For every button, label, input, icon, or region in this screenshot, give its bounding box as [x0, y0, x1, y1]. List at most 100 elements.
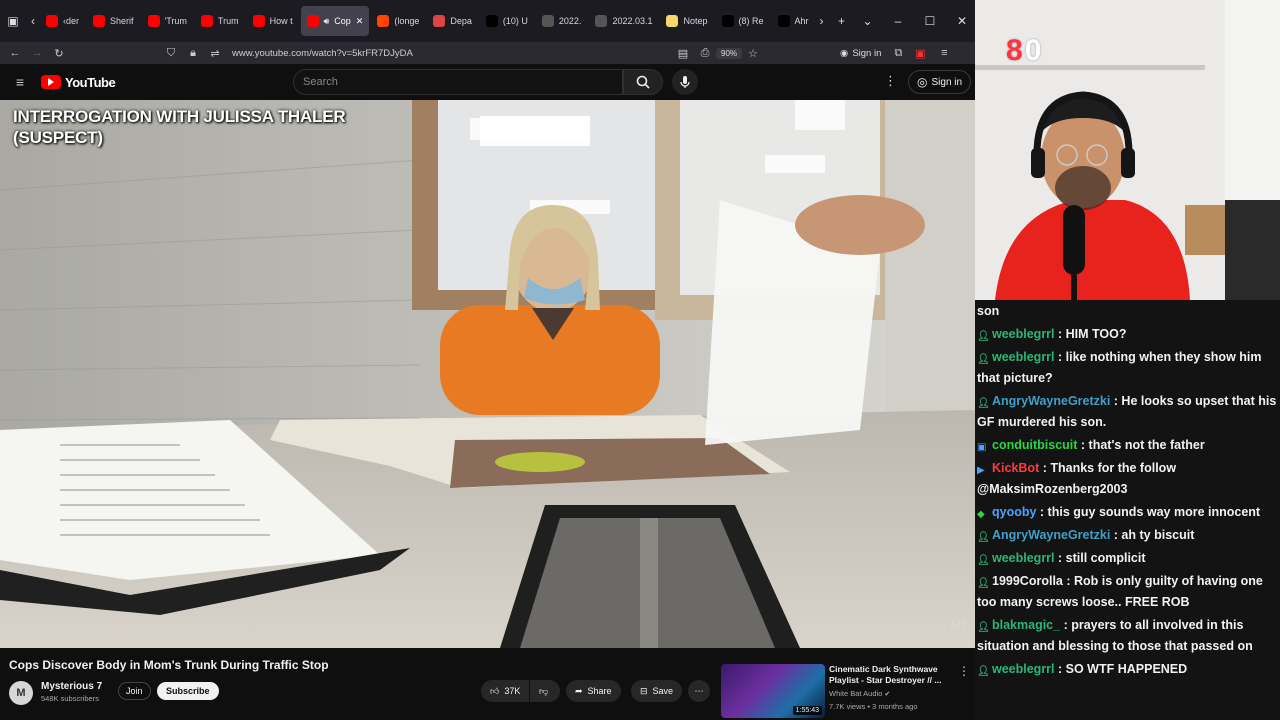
streamer-webcam: 8 0: [975, 0, 1280, 300]
browser-signin-button[interactable]: ◉ Sign in: [840, 48, 881, 59]
recommended-channel-name: White Bat Audio: [829, 689, 883, 698]
address-bar[interactable]: www.youtube.com/watch?v=5krFR7DJyDA: [232, 48, 672, 59]
settings-more-icon[interactable]: ⋮: [884, 73, 897, 89]
reader-view-icon[interactable]: ▤: [672, 42, 694, 64]
chat-username[interactable]: weeblegrrl: [992, 327, 1055, 341]
save-label: Save: [652, 686, 674, 696]
bookmark-star-icon[interactable]: ☆: [742, 42, 764, 64]
voice-search-button[interactable]: [672, 69, 698, 95]
tab-favicon-icon: [147, 15, 160, 27]
tab-favicon-icon: [666, 15, 679, 27]
close-window-icon[interactable]: ✕: [949, 6, 975, 36]
lock-icon[interactable]: 🔒︎: [182, 42, 204, 64]
chat-badge-icon: 👤︎: [977, 331, 990, 342]
browser-tab[interactable]: Trum: [195, 6, 245, 36]
share-button[interactable]: ➦ Share: [566, 680, 621, 702]
subscribe-button[interactable]: Subscribe: [157, 682, 219, 700]
video-info-panel: Cops Discover Body in Mom's Trunk During…: [0, 648, 975, 720]
tab-overview-icon[interactable]: ▣: [0, 6, 26, 36]
tab-label: Notep: [683, 16, 708, 26]
menu-hamburger-icon[interactable]: ≡: [933, 42, 955, 64]
minimize-icon[interactable]: –: [885, 6, 911, 36]
permissions-icon[interactable]: ⇌: [204, 42, 226, 64]
extensions-icon[interactable]: ⧉: [887, 42, 909, 64]
tab-label: How t: [269, 16, 293, 26]
chat-username[interactable]: qyooby: [992, 505, 1036, 519]
maximize-icon[interactable]: ☐: [917, 6, 943, 36]
new-tab-plus-icon[interactable]: +: [829, 6, 855, 36]
recommended-title[interactable]: Cinematic Dark Synthwave Playlist - Star…: [829, 664, 949, 686]
browser-tab[interactable]: 'Trum: [142, 6, 193, 36]
browser-tab[interactable]: (10) U: [480, 6, 534, 36]
browser-tab[interactable]: How t: [247, 6, 299, 36]
dislike-button[interactable]: 👎︎: [530, 680, 560, 702]
back-icon[interactable]: ←: [4, 42, 26, 64]
chat-username[interactable]: AngryWayneGretzki: [992, 394, 1110, 408]
video-player[interactable]: INTERROGATION WITH JULISSA THALER (SUSPE…: [0, 100, 975, 648]
zoom-level[interactable]: 90%: [716, 47, 743, 59]
forward-icon[interactable]: →: [26, 42, 48, 64]
guide-menu-icon[interactable]: ≡: [9, 71, 31, 93]
tab-scroll-left-icon[interactable]: ‹: [26, 6, 40, 36]
recommended-more-icon[interactable]: ⋮: [958, 664, 970, 678]
youtube-signin-button[interactable]: ◎ Sign in: [908, 70, 972, 94]
tab-audio-icon[interactable]: 🔊︎: [324, 16, 330, 27]
tab-list-chevron-icon[interactable]: ⌄: [855, 6, 881, 36]
youtube-play-icon: [41, 75, 61, 89]
channel-name[interactable]: Mysterious 7: [41, 681, 102, 692]
browser-tab[interactable]: 2022.: [536, 6, 588, 36]
video-overlay-title: INTERROGATION WITH JULISSA THALER (SUSPE…: [13, 107, 346, 147]
browser-tab[interactable]: Notep: [660, 6, 713, 36]
chat-badge-icon: ▣: [977, 442, 987, 453]
tab-label: Cop: [334, 16, 351, 26]
screenshot-icon[interactable]: ⎙: [694, 42, 716, 64]
browser-tab[interactable]: Ahr: [772, 6, 815, 36]
more-actions-button[interactable]: ⋯: [688, 680, 710, 702]
chat-username[interactable]: 1999Corolla: [992, 574, 1063, 588]
chat-username[interactable]: weeblegrrl: [992, 350, 1055, 364]
extension-badge-icon[interactable]: ▣: [909, 42, 931, 64]
chat-message: ▶ KickBot : Thanks for the follow @Maksim…: [977, 457, 1278, 501]
channel-avatar[interactable]: M: [9, 681, 33, 705]
tab-label: Depa: [450, 16, 472, 26]
browser-tab[interactable]: ‹der: [40, 6, 85, 36]
browser-tab[interactable]: Sherif: [87, 6, 140, 36]
recommended-channel[interactable]: White Bat Audio ✔: [829, 689, 890, 698]
tab-label: 2022.03.1: [612, 16, 653, 26]
chat-badge-icon: 👤︎: [977, 555, 990, 566]
tab-favicon-icon: [252, 15, 265, 27]
tab-label: 'Trum: [164, 16, 187, 26]
browser-signin-label: Sign in: [852, 47, 882, 59]
chat-username[interactable]: blakmagic_: [992, 618, 1060, 632]
chat-message: 👤︎ blakmagic_ : prayers to all involved i…: [977, 614, 1278, 658]
counter-ring-icon: 8: [1006, 34, 1023, 67]
chat-username[interactable]: AngryWayneGretzki: [992, 528, 1110, 542]
browser-tab[interactable]: 🔊︎ Cop ✕: [300, 6, 370, 36]
tab-favicon-icon: [541, 15, 554, 27]
chat-text: : SO WTF HAPPENED: [1054, 662, 1188, 676]
save-button[interactable]: ⊟ Save: [631, 680, 683, 702]
search-input[interactable]: Search: [293, 69, 623, 95]
chat-username[interactable]: conduitbiscuit: [992, 438, 1077, 452]
browser-tab[interactable]: (longe: [371, 6, 425, 36]
chat-username[interactable]: KickBot: [992, 461, 1039, 475]
tab-label: (longe: [394, 16, 420, 26]
video-frame-scene: [0, 100, 975, 648]
join-button[interactable]: Join: [118, 682, 151, 700]
browser-tab[interactable]: Depa: [427, 6, 478, 36]
more-horizontal-icon: ⋯: [694, 685, 704, 696]
browser-tab[interactable]: (8) Re: [716, 6, 770, 36]
channel-watermark[interactable]: M7: [950, 618, 967, 632]
search-button[interactable]: [623, 69, 663, 95]
youtube-logo[interactable]: YouTube: [41, 75, 116, 90]
tab-scroll-right-icon[interactable]: ›: [815, 6, 829, 36]
browser-nav-bar: ← → ↻ ⛉ 🔒︎ ⇌ www.youtube.com/watch?v=5kr…: [0, 42, 975, 64]
chat-username[interactable]: weeblegrrl: [992, 551, 1055, 565]
browser-tab[interactable]: 2022.03.1: [589, 6, 658, 36]
chat-username[interactable]: weeblegrrl: [992, 662, 1055, 676]
like-button[interactable]: 👍︎ 37K: [481, 680, 529, 702]
tab-close-icon[interactable]: ✕: [356, 16, 364, 27]
reload-icon[interactable]: ↻: [48, 42, 70, 64]
recommended-thumbnail[interactable]: 1:55:43: [721, 664, 825, 718]
shield-icon[interactable]: ⛉: [160, 42, 182, 64]
